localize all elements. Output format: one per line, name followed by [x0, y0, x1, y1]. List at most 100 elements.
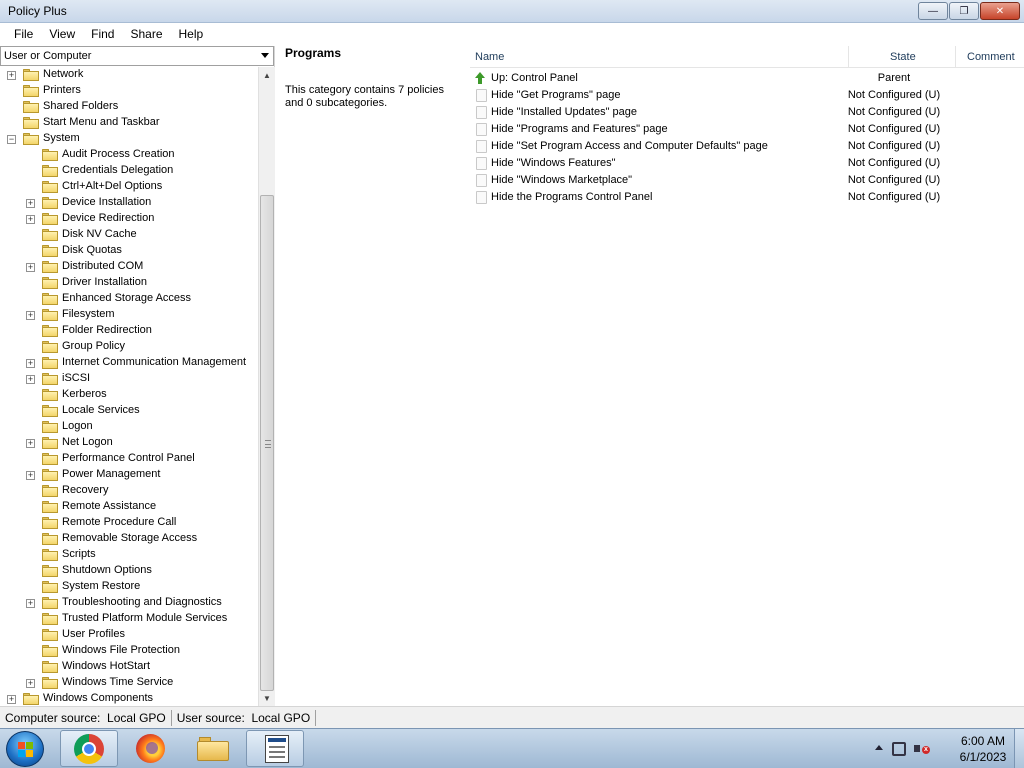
collapse-icon[interactable]: −: [7, 135, 16, 144]
taskbar-firefox-button[interactable]: [122, 730, 180, 767]
menu-find[interactable]: Find: [83, 27, 122, 41]
tree-item[interactable]: + Distributed COM: [0, 259, 258, 275]
scope-dropdown[interactable]: User or Computer: [0, 46, 274, 66]
tree-item[interactable]: Removable Storage Access: [0, 531, 258, 547]
expand-icon[interactable]: +: [26, 359, 35, 368]
tree-item[interactable]: + Device Installation: [0, 195, 258, 211]
tree-item[interactable]: + iSCSI: [0, 371, 258, 387]
column-header-comment[interactable]: Comment: [967, 51, 1015, 63]
tree-item[interactable]: Recovery: [0, 483, 258, 499]
volume-muted-icon[interactable]: x: [914, 741, 930, 757]
table-row[interactable]: Up: Control Panel Parent: [470, 70, 1024, 87]
folder-icon: [42, 293, 58, 305]
column-divider[interactable]: [848, 46, 849, 68]
tree-item[interactable]: + Power Management: [0, 467, 258, 483]
expand-icon[interactable]: +: [26, 471, 35, 480]
folder-icon: [42, 405, 58, 417]
tree-item[interactable]: Trusted Platform Module Services: [0, 611, 258, 627]
maximize-button[interactable]: ❐: [949, 2, 979, 20]
tree-item[interactable]: Locale Services: [0, 403, 258, 419]
tree-item[interactable]: Folder Redirection: [0, 323, 258, 339]
tree-item[interactable]: Disk NV Cache: [0, 227, 258, 243]
expand-icon[interactable]: +: [26, 199, 35, 208]
tree-item[interactable]: + Net Logon: [0, 435, 258, 451]
tree-item[interactable]: + Windows Time Service: [0, 675, 258, 691]
taskbar-explorer-button[interactable]: [184, 730, 242, 767]
scrollbar-thumb[interactable]: [260, 195, 274, 691]
tree-item[interactable]: + Filesystem: [0, 307, 258, 323]
expand-icon[interactable]: +: [7, 695, 16, 704]
tree-item[interactable]: Windows File Protection: [0, 643, 258, 659]
table-row[interactable]: Hide "Windows Features" Not Configured (U…: [470, 155, 1024, 172]
column-divider[interactable]: [955, 46, 956, 68]
clock[interactable]: 6:00 AM 6/1/2023: [946, 733, 1020, 765]
expand-icon[interactable]: +: [26, 375, 35, 384]
tree-item[interactable]: − System: [0, 131, 258, 147]
tree-item[interactable]: Group Policy: [0, 339, 258, 355]
tree-item[interactable]: Enhanced Storage Access: [0, 291, 258, 307]
tree-item[interactable]: Remote Procedure Call: [0, 515, 258, 531]
tree-scrollbar[interactable]: ▲ ▼: [258, 67, 275, 706]
taskbar-chrome-button[interactable]: [60, 730, 118, 767]
table-row[interactable]: Hide "Programs and Features" page Not Con…: [470, 121, 1024, 138]
expand-icon[interactable]: +: [26, 679, 35, 688]
tree-item[interactable]: Shutdown Options: [0, 563, 258, 579]
tree-item[interactable]: Performance Control Panel: [0, 451, 258, 467]
folder-icon: [42, 373, 58, 385]
expand-icon[interactable]: +: [26, 311, 35, 320]
tree-item[interactable]: + Troubleshooting and Diagnostics: [0, 595, 258, 611]
tree-item[interactable]: Ctrl+Alt+Del Options: [0, 179, 258, 195]
column-header-name[interactable]: Name: [475, 51, 504, 63]
scroll-up-icon[interactable]: ▲: [259, 67, 275, 83]
tree-item[interactable]: Windows HotStart: [0, 659, 258, 675]
tree-item[interactable]: Printers: [0, 83, 258, 99]
menu-view[interactable]: View: [41, 27, 83, 41]
chevron-down-icon[interactable]: [261, 53, 269, 58]
table-row[interactable]: Hide "Installed Updates" page Not Configu…: [470, 104, 1024, 121]
menu-help[interactable]: Help: [171, 27, 212, 41]
minimize-button[interactable]: —: [918, 2, 948, 20]
tree-item[interactable]: Remote Assistance: [0, 499, 258, 515]
policy-name: Hide "Installed Updates" page: [491, 106, 638, 118]
tree-item[interactable]: Scripts: [0, 547, 258, 563]
tree-item[interactable]: System Restore: [0, 579, 258, 595]
expand-icon[interactable]: +: [26, 215, 35, 224]
expand-icon[interactable]: +: [26, 439, 35, 448]
table-row[interactable]: Hide "Set Program Access and Computer De…: [470, 138, 1024, 155]
scroll-down-icon[interactable]: ▼: [259, 690, 275, 706]
tree-item-label: Group Policy: [62, 340, 125, 352]
tree-item-label: Kerberos: [62, 388, 107, 400]
tree-item[interactable]: + Windows Components: [0, 691, 258, 706]
taskbar-policy-plus-button[interactable]: [246, 730, 304, 767]
start-button[interactable]: [6, 731, 44, 767]
expand-icon[interactable]: +: [26, 263, 35, 272]
show-desktop-button[interactable]: [1014, 729, 1024, 768]
tree-item[interactable]: Audit Process Creation: [0, 147, 258, 163]
tree-item[interactable]: + Device Redirection: [0, 211, 258, 227]
category-title: Programs: [285, 46, 342, 60]
network-icon[interactable]: [892, 742, 906, 756]
tree-item[interactable]: + Internet Communication Management: [0, 355, 258, 371]
table-row[interactable]: Hide "Get Programs" page Not Configured (…: [470, 87, 1024, 104]
tree-item[interactable]: Disk Quotas: [0, 243, 258, 259]
tree-item[interactable]: Credentials Delegation: [0, 163, 258, 179]
tree-item[interactable]: Shared Folders: [0, 99, 258, 115]
expand-icon[interactable]: +: [7, 71, 16, 80]
tree-item[interactable]: Driver Installation: [0, 275, 258, 291]
menu-share[interactable]: Share: [122, 27, 170, 41]
column-header-state[interactable]: State: [890, 51, 916, 63]
tree-item[interactable]: Logon: [0, 419, 258, 435]
table-row[interactable]: Hide the Programs Control Panel Not Confi…: [470, 189, 1024, 206]
tree-item-label: Credentials Delegation: [62, 164, 174, 176]
expand-icon[interactable]: +: [26, 599, 35, 608]
table-row[interactable]: Hide "Windows Marketplace" Not Configured…: [470, 172, 1024, 189]
tree-item[interactable]: Kerberos: [0, 387, 258, 403]
show-hidden-icons-icon[interactable]: [875, 745, 883, 750]
category-description: This category contains 7 policies and 0 …: [285, 84, 444, 109]
tree-item[interactable]: + Network: [0, 67, 258, 83]
menu-file[interactable]: File: [6, 27, 41, 41]
tree-item[interactable]: Start Menu and Taskbar: [0, 115, 258, 131]
tree-item-label: Power Management: [62, 468, 161, 480]
tree-item[interactable]: User Profiles: [0, 627, 258, 643]
close-button[interactable]: ✕: [980, 2, 1020, 20]
